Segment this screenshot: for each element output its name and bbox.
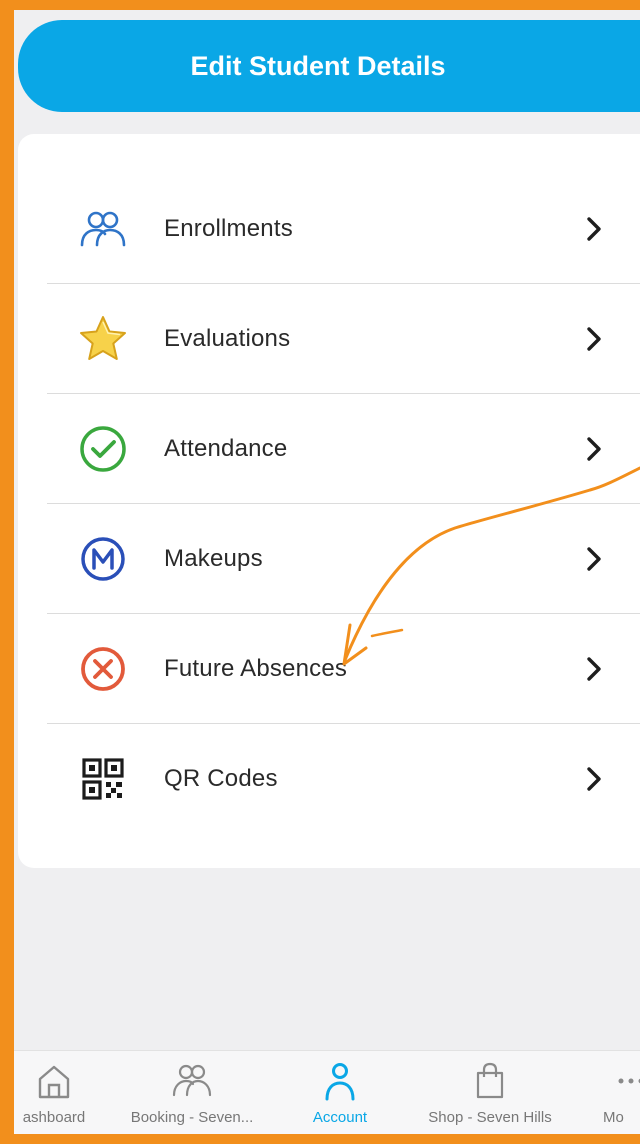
- qr-code-icon: [75, 751, 131, 807]
- shopping-bag-icon: [476, 1062, 504, 1099]
- star-icon: [75, 311, 131, 367]
- chevron-right-icon: [587, 437, 601, 461]
- menu-card: Enrollments Evaluations Attendance Makeu…: [18, 134, 640, 868]
- menu-item-makeups[interactable]: Makeups: [47, 504, 640, 614]
- tab-booking[interactable]: Booking - Seven...: [112, 1051, 272, 1134]
- tab-label: Booking - Seven...: [130, 1109, 254, 1126]
- edit-student-details-button[interactable]: Edit Student Details: [18, 20, 640, 112]
- menu-item-label: Future Absences: [164, 655, 348, 682]
- tab-more[interactable]: Mo: [589, 1051, 640, 1134]
- makeup-m-icon: [75, 531, 131, 587]
- menu-item-future-absences[interactable]: Future Absences: [47, 614, 640, 724]
- chevron-right-icon: [587, 547, 601, 571]
- app-screen: Edit Student Details Enrollments Evaluat…: [14, 10, 640, 1134]
- tab-account[interactable]: Account: [280, 1051, 400, 1134]
- menu-item-label: QR Codes: [164, 765, 278, 792]
- menu-item-qr-codes[interactable]: QR Codes: [47, 724, 640, 834]
- home-icon: [38, 1065, 70, 1099]
- tab-label: Account: [312, 1109, 368, 1126]
- menu-item-label: Enrollments: [164, 215, 293, 242]
- tab-label: Shop - Seven Hills: [428, 1109, 552, 1126]
- people-icon: [172, 1064, 212, 1097]
- chevron-right-icon: [587, 657, 601, 681]
- menu-item-label: Makeups: [164, 545, 263, 572]
- person-icon: [325, 1063, 355, 1101]
- chevron-right-icon: [587, 767, 601, 791]
- bottom-tab-bar: ashboard Booking - Seven... Account Shop…: [14, 1050, 640, 1134]
- people-icon: [75, 201, 131, 257]
- tab-label: Mo: [603, 1109, 624, 1126]
- menu-item-label: Attendance: [164, 435, 288, 462]
- check-circle-icon: [75, 421, 131, 477]
- header-title: Edit Student Details: [190, 50, 446, 81]
- more-icon: [618, 1078, 640, 1084]
- tab-shop[interactable]: Shop - Seven Hills: [410, 1051, 570, 1134]
- menu-item-enrollments[interactable]: Enrollments: [47, 174, 640, 284]
- x-circle-icon: [75, 641, 131, 697]
- tab-dashboard[interactable]: ashboard: [14, 1051, 124, 1134]
- menu-item-attendance[interactable]: Attendance: [47, 394, 640, 504]
- chevron-right-icon: [587, 327, 601, 351]
- chevron-right-icon: [587, 217, 601, 241]
- menu-item-evaluations[interactable]: Evaluations: [47, 284, 640, 394]
- menu-item-label: Evaluations: [164, 325, 291, 352]
- tab-label: ashboard: [22, 1109, 86, 1126]
